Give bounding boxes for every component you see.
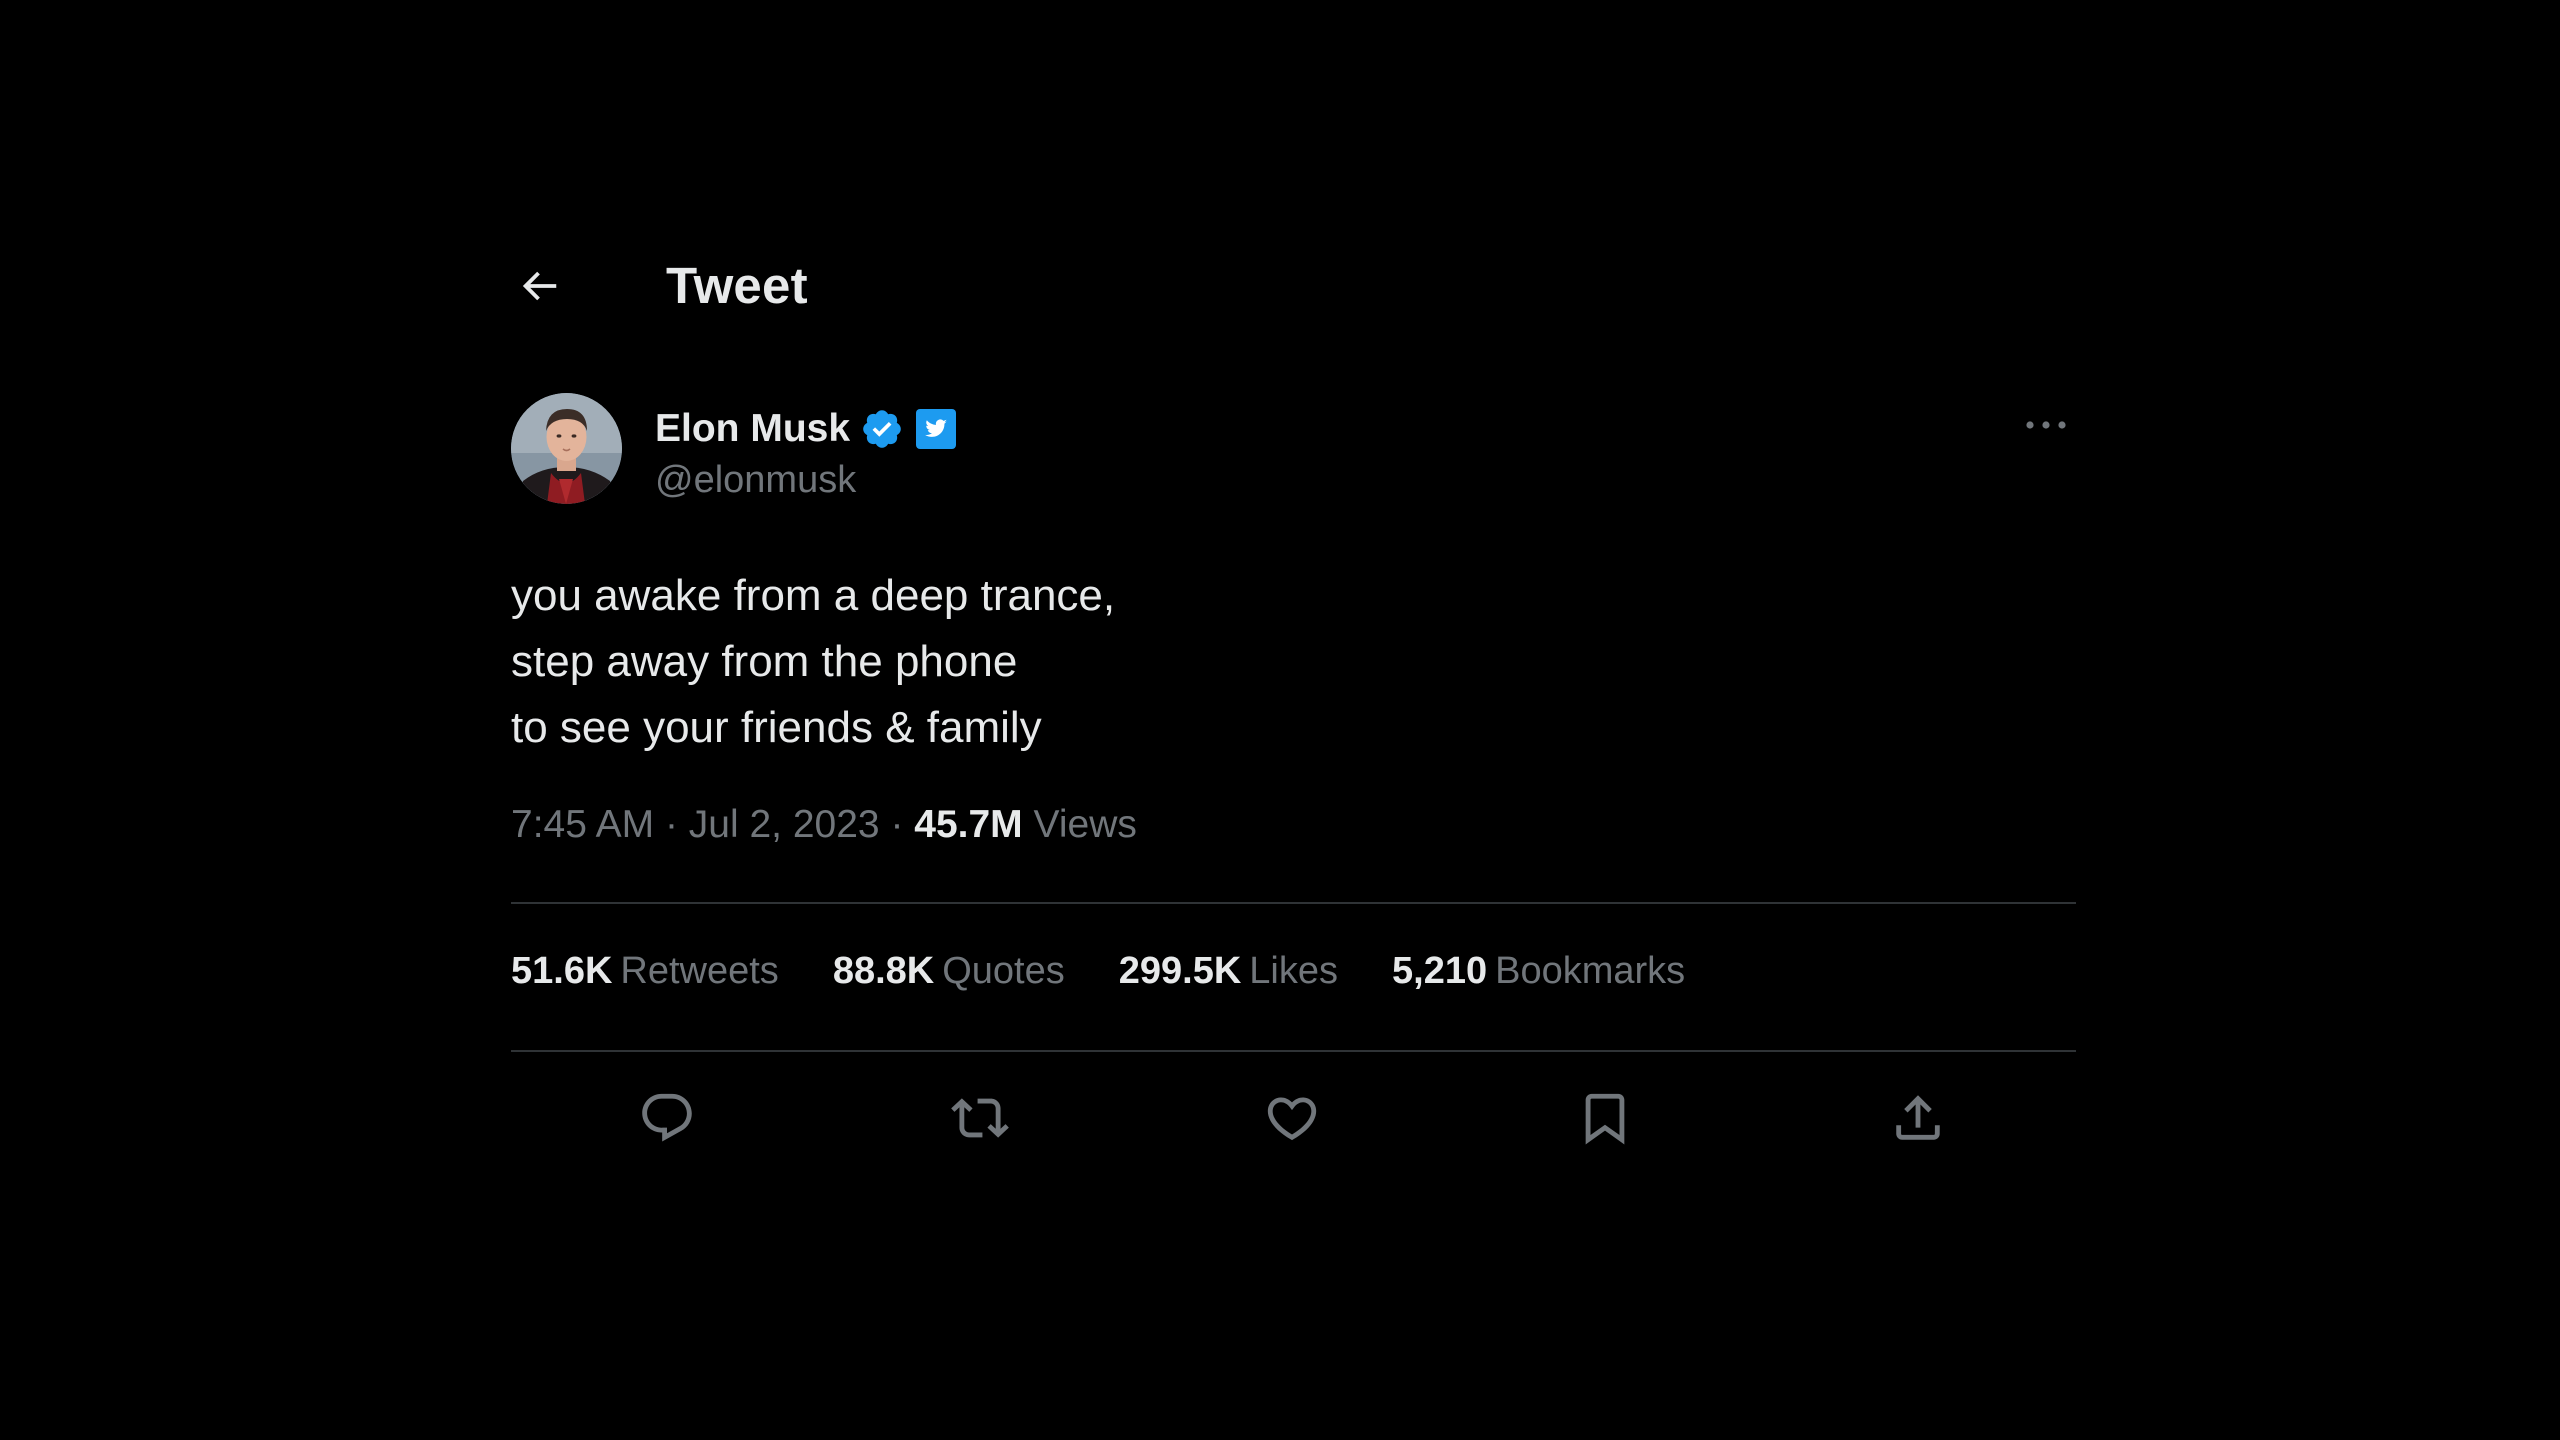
more-icon xyxy=(2026,421,2066,429)
stat-count: 88.8K xyxy=(832,950,935,992)
tweet-text-line: step away from the phone xyxy=(511,637,1018,686)
stat-label: Bookmarks xyxy=(1495,950,1686,992)
avatar-image xyxy=(511,393,622,504)
tweet-text-line: to see your friends & family xyxy=(511,703,1042,752)
stat-quotes[interactable]: 88.8K Quotes xyxy=(833,950,1065,993)
reply-button[interactable] xyxy=(631,1082,703,1154)
tweet-time[interactable]: 7:45 AM xyxy=(511,803,654,846)
share-button[interactable] xyxy=(1882,1082,1954,1154)
stat-count: 5,210 xyxy=(1392,950,1488,992)
page-title: Tweet xyxy=(666,257,808,314)
tweet-meta: 7:45 AM · Jul 2, 2023 · 45.7M Views xyxy=(511,803,1137,847)
divider xyxy=(511,902,2076,904)
stat-count: 299.5K xyxy=(1118,950,1242,992)
verified-badge-icon xyxy=(860,407,904,451)
divider xyxy=(511,1050,2076,1052)
bookmark-button[interactable] xyxy=(1569,1082,1641,1154)
reply-icon xyxy=(642,1093,692,1142)
meta-separator: · xyxy=(664,803,678,846)
stat-bookmarks[interactable]: 5,210 Bookmarks xyxy=(1392,950,1685,993)
header: Tweet xyxy=(511,230,2076,350)
stat-likes[interactable]: 299.5K Likes xyxy=(1119,950,1338,993)
engagement-stats: 51.6K Retweets 88.8K Quotes 299.5K Likes 5,… xyxy=(511,950,1739,993)
twitter-affiliate-badge-icon[interactable] xyxy=(914,407,958,451)
action-bar xyxy=(511,1082,2076,1162)
author-name[interactable]: Elon Musk xyxy=(655,407,850,451)
back-button[interactable] xyxy=(511,258,567,314)
back-arrow-icon xyxy=(522,271,557,301)
bookmark-icon xyxy=(1585,1093,1625,1145)
tweet-detail-panel: Tweet Elon Musk @elonmusk you awake from… xyxy=(511,230,2076,1145)
author-name-line: Elon Musk xyxy=(655,403,958,455)
like-icon xyxy=(1267,1097,1317,1141)
stat-label: Likes xyxy=(1249,950,1339,992)
tweet-text-line: you awake from a deep trance, xyxy=(511,571,1116,620)
stat-retweets[interactable]: 51.6K Retweets xyxy=(511,950,779,993)
tweet-date[interactable]: Jul 2, 2023 xyxy=(689,803,880,846)
stat-label: Quotes xyxy=(942,950,1065,992)
author-row: Elon Musk @elonmusk xyxy=(511,393,2076,509)
retweet-button[interactable] xyxy=(944,1082,1016,1154)
share-icon xyxy=(1896,1095,1940,1140)
views-label: Views xyxy=(1033,803,1137,846)
retweet-icon xyxy=(951,1098,1009,1138)
views-count: 45.7M xyxy=(914,803,1023,846)
stat-count: 51.6K xyxy=(511,950,613,992)
more-options-button[interactable] xyxy=(2016,405,2076,445)
like-button[interactable] xyxy=(1256,1082,1328,1154)
avatar[interactable] xyxy=(511,393,622,504)
tweet-text: you awake from a deep trance, step away … xyxy=(511,563,1115,761)
meta-separator: · xyxy=(890,803,904,846)
stat-label: Retweets xyxy=(620,950,779,992)
author-handle[interactable]: @elonmusk xyxy=(655,459,856,502)
